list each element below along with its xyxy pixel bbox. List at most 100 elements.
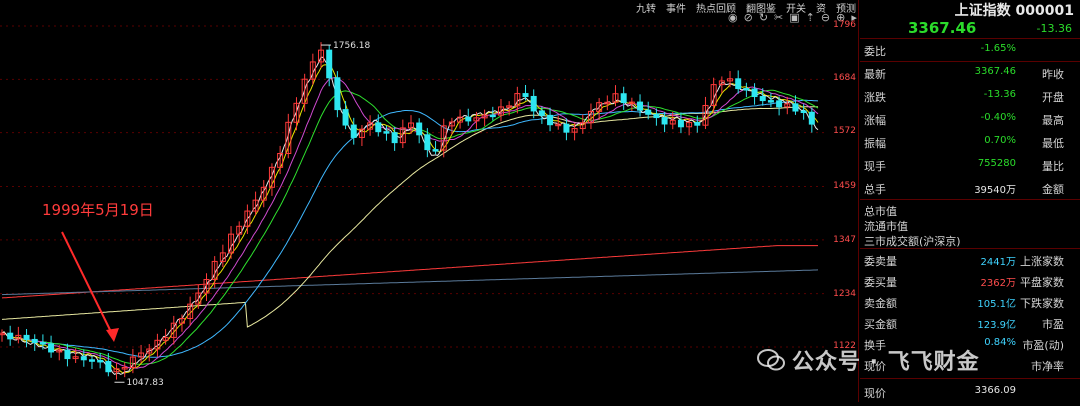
row-value: 39540万 [974,185,1016,196]
quote-row: 振幅 0.70% 最低 [864,133,1078,151]
divider [860,199,1080,200]
refresh-icon[interactable]: ↻ [759,11,768,24]
high-price-label: 1756.18 [333,41,370,51]
row-value: 0.70% [984,135,1016,146]
candle-body [64,349,71,360]
candle-body [48,343,55,353]
quote-row: 最新 3367.46 昨收 [864,64,1078,82]
row-label: 最新 [864,68,886,81]
index-title: 上证指数 000001 [954,3,1074,19]
watermark: 公众号 · 飞飞财金 [756,344,980,376]
candle-body [645,109,652,115]
candle-body [432,149,439,152]
candle-body [563,123,570,133]
row-value: 755280 [977,158,1016,169]
panel-divider [858,0,859,402]
price-tick: 1572 [833,126,856,136]
candle-body [391,132,398,144]
candle-body [776,100,783,108]
price-tick: 1459 [833,181,856,191]
quote-row: 委卖量 2441万 上涨家数 [864,251,1078,269]
candle-body [792,103,799,112]
row-value: 105.1亿 [977,299,1016,310]
row-label: 涨跌 [864,91,886,104]
quote-row: 现价 3366.09 [864,383,1078,401]
eye-icon[interactable]: ◉ [728,11,738,24]
ma30-line [1,89,819,365]
lock-icon[interactable]: ▣ [789,11,799,24]
row-label: 总手 [864,183,886,196]
price-tick: 1234 [833,289,856,299]
ma60-line [1,99,819,358]
candle-body [105,361,112,373]
row-value: 2362万 [980,278,1016,289]
candle-body [23,334,30,340]
candle-body [326,49,333,79]
candle-body [620,93,627,104]
date-annotation: 1999年5月19日 [42,201,154,219]
toolbar-item-jiuzhuan[interactable]: 九转 [636,0,656,15]
candle-body [759,96,766,102]
row-label-2: 市盈(动) [1022,339,1064,352]
row-label: 委买量 [864,276,897,289]
row-label-2: 开盘 [1042,91,1064,104]
ma250-line [1,245,818,299]
quote-row: 现手 755280 量比 [864,156,1078,174]
low-price-label: 1047.83 [126,378,163,388]
candle-body [375,122,382,133]
row-label: 三市成交额(沪深京) [864,235,961,248]
row-label-2: 最低 [1042,137,1064,150]
quote-row: 总手 39540万 金额 [864,179,1078,197]
quote-row: 卖金额 105.1亿 下跌家数 [864,293,1078,311]
quote-panel: 上证指数 000001 3367.46 -13.36 委比 -1.65% 最新 … [860,0,1080,402]
candle-body [80,356,87,361]
eye-off-icon[interactable]: ⊘ [744,11,753,24]
row-label: 现手 [864,160,886,173]
candle-body [39,342,46,345]
candle-body [677,119,684,128]
candle-body [637,101,644,111]
candle-body [538,110,545,116]
candle-body [31,338,38,344]
row-label: 涨幅 [864,114,886,127]
row-value: 3367.46 [974,66,1016,77]
candle-body [530,95,537,112]
candle-body [800,110,807,114]
toolbar-item-events[interactable]: 事件 [666,0,686,15]
quote-row: 涨跌 -13.36 开盘 [864,87,1078,105]
row-value: -1.65% [980,43,1016,54]
candle-body [735,78,742,90]
up-icon[interactable]: ⇡ [806,11,815,24]
price-tick: 1347 [833,235,856,245]
row-value: -0.40% [980,112,1016,123]
candle-body [547,114,554,126]
candle-body [522,93,529,97]
divider [860,61,1080,62]
annotation-arrow-head [106,328,119,342]
row-label-2: 下跌家数 [1020,297,1064,310]
price-tick: 1684 [833,73,856,83]
row-value: 3366.09 [974,385,1016,396]
quote-row: 三市成交额(沪深京) [864,231,1078,249]
candle-body [808,111,815,125]
wechat-icon [757,349,785,371]
candle-body [383,131,390,134]
candle-body [767,100,774,103]
candle-body [342,109,349,126]
candle-body [7,332,14,340]
quote-row: 委买量 2362万 平盘家数 [864,272,1078,290]
scissors-icon[interactable]: ✂ [774,11,783,24]
candle-body [424,134,431,151]
row-value: 2441万 [980,257,1016,268]
candle-body [751,88,758,98]
candle-body [334,77,341,111]
candle-body [653,113,660,119]
row-label-2: 量比 [1042,160,1064,173]
ma20-line [1,76,819,369]
price-axis: 1796 1684 1572 1459 1347 1234 1122 [828,0,858,402]
price-tick: 1796 [833,20,856,30]
row-label: 振幅 [864,137,886,150]
row-label-2: 平盘家数 [1020,276,1064,289]
row-label-2: 上涨家数 [1020,255,1064,268]
row-label: 现价 [864,387,886,400]
